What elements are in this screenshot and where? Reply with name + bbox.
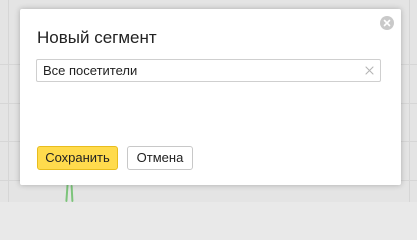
cancel-button[interactable]: Отмена	[127, 146, 193, 170]
grid-line	[409, 0, 410, 202]
close-icon[interactable]	[380, 16, 394, 30]
chart-line-fragment	[70, 184, 74, 203]
chart-line-fragment	[65, 182, 69, 203]
new-segment-dialog: Новый сегмент Сохранить Отмена	[20, 9, 401, 185]
grid-line	[8, 0, 9, 202]
dialog-title: Новый сегмент	[37, 28, 157, 47]
save-button[interactable]: Сохранить	[37, 146, 118, 170]
segment-name-field	[36, 59, 381, 82]
segment-name-input[interactable]	[37, 60, 363, 81]
clear-icon[interactable]	[363, 64, 376, 77]
